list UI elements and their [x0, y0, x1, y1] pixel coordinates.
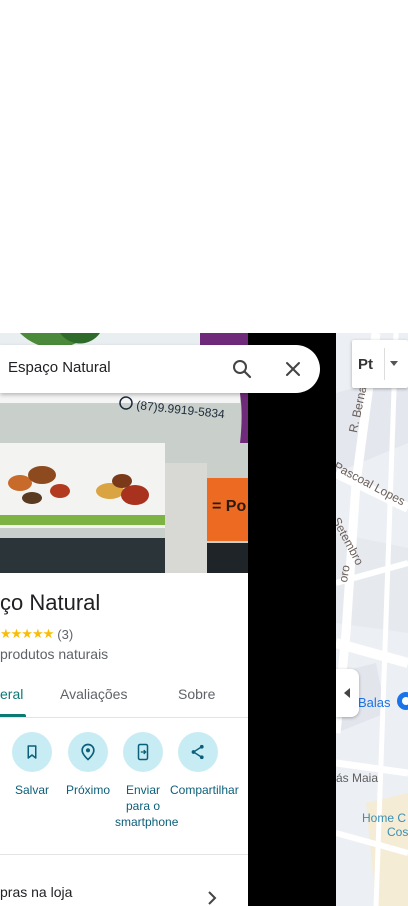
shop-sign-text: = Po: [212, 498, 246, 515]
chevron-left-icon: [344, 688, 350, 698]
map-label-cos[interactable]: Cos: [387, 825, 408, 839]
tab-about[interactable]: Sobre: [178, 686, 215, 702]
share-button[interactable]: Compartilhar: [170, 732, 239, 798]
map-layers-button[interactable]: Pt: [352, 340, 408, 388]
chevron-down-icon[interactable]: [390, 361, 398, 366]
tab-overview[interactable]: eral: [0, 686, 23, 702]
tab-bar: eral Avaliações Sobre: [0, 676, 248, 718]
send-label: Enviar para o smartphone: [115, 783, 179, 829]
nearby-button-circle: [68, 732, 108, 772]
send-to-phone-icon: [137, 743, 149, 761]
map-label-home[interactable]: Home C: [362, 811, 406, 825]
collapse-panel-button[interactable]: [336, 669, 359, 717]
search-bar[interactable]: Espaço Natural: [0, 345, 320, 393]
nearby-icon: [81, 743, 95, 761]
search-input[interactable]: Espaço Natural: [8, 359, 111, 376]
screen: { "search": { "value": "Espaço Natural" …: [0, 0, 408, 906]
share-icon: [191, 744, 204, 760]
save-button-circle: [12, 732, 52, 772]
share-label: Compartilhar: [170, 783, 239, 797]
layer-label: Pt: [358, 356, 373, 373]
save-label: Salvar: [14, 783, 49, 797]
map-label-balas[interactable]: Balas: [358, 695, 391, 710]
active-tab-indicator: [0, 714, 26, 717]
send-button-circle: [123, 732, 163, 772]
share-button-circle: [178, 732, 218, 772]
map-view[interactable]: R. Bernardo Pascoal Lopes Setembro oro B…: [336, 333, 408, 906]
panel-gap: [248, 333, 336, 906]
map-label-maia: ás Maia: [336, 771, 379, 785]
place-category[interactable]: produtos naturais: [0, 646, 108, 662]
rating-count[interactable]: (3): [57, 627, 73, 642]
close-icon[interactable]: [281, 357, 305, 381]
place-title: ço Natural: [0, 590, 101, 615]
search-icon[interactable]: [230, 357, 254, 381]
rating-row[interactable]: ★★★★★ (3): [0, 625, 73, 643]
save-button[interactable]: Salvar: [4, 732, 60, 798]
map-label-street-oro: oro: [336, 563, 353, 584]
bookmark-icon: [27, 745, 37, 759]
layer-divider: [384, 348, 385, 380]
send-to-phone-button[interactable]: Enviar para o smartphone: [115, 732, 179, 830]
divider: [0, 854, 248, 855]
nearby-button[interactable]: Próximo: [60, 732, 116, 798]
tab-reviews[interactable]: Avaliações: [60, 686, 127, 702]
chevron-right-icon[interactable]: [204, 890, 220, 906]
rating-stars: ★★★★★: [0, 626, 54, 641]
nearby-label: Próximo: [65, 783, 110, 797]
in-store-shopping-row[interactable]: pras na loja: [0, 884, 72, 900]
blank-area: [0, 0, 408, 333]
